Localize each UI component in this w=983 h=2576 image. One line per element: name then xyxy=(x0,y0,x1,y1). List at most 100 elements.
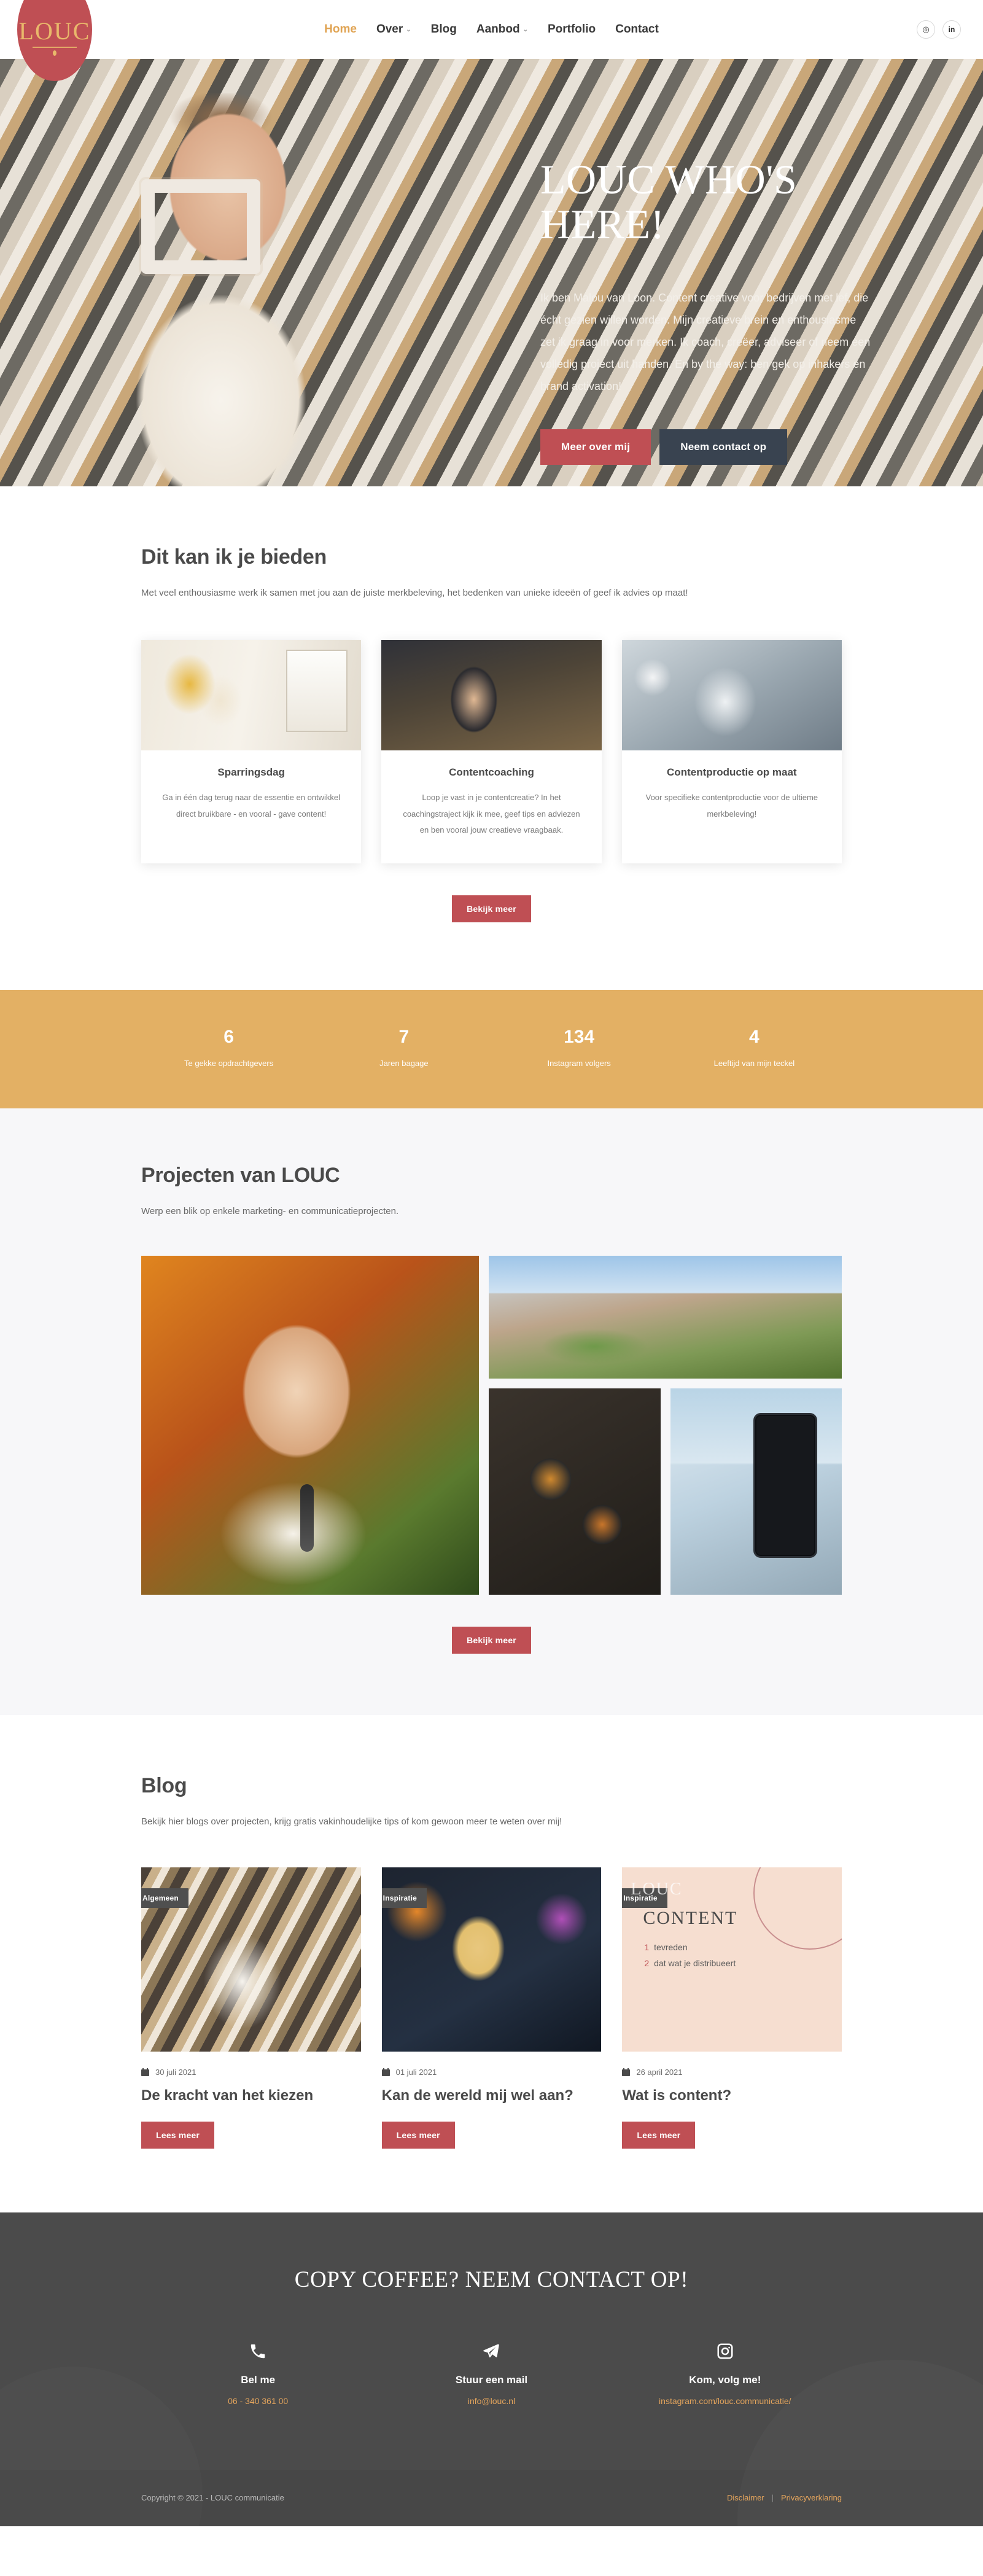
privacy-link[interactable]: Privacyverklaring xyxy=(781,2493,842,2502)
blog-card[interactable]: Algemeen 30 juli 2021 De kracht van het … xyxy=(141,1867,361,2149)
instagram-icon[interactable]: ◎ xyxy=(917,20,935,39)
blog-card-cta-wrap: Lees meer xyxy=(141,2121,361,2149)
blog-section: Blog Bekijk hier blogs over projecten, k… xyxy=(0,1714,983,2212)
hero-paragraph: Ik ben Malou van Loon. Content creative … xyxy=(540,291,871,392)
service-card-body: Contentcoaching Loop je vast in je conte… xyxy=(381,750,601,863)
nav-item-home[interactable]: Home xyxy=(324,23,357,36)
lees-meer-button[interactable]: Lees meer xyxy=(622,2121,696,2149)
service-card-body: Contentproductie op maat Voor specifieke… xyxy=(622,750,842,847)
nav-item-over[interactable]: Over ⌄ xyxy=(376,23,411,36)
nav-item-portfolio[interactable]: Portfolio xyxy=(548,23,596,36)
blog-card-title: Kan de wereld mij wel aan? xyxy=(381,2087,573,2104)
copyright-text: Copyright © 2021 - LOUC communicatie xyxy=(141,2493,284,2503)
services-subtitle: Met veel enthousiasme werk ik samen met … xyxy=(141,588,688,598)
page-root: LOUC Home Over ⌄ Blog Aanbod ⌄ Portfolio xyxy=(0,0,983,2526)
stat-item: 4 Leeftijd van mijn teckel xyxy=(667,1027,842,1068)
thumbnail-line-2-num: 2 xyxy=(644,1958,650,1968)
blog-card-image: Inspiratie xyxy=(381,1867,602,2052)
blog-card-date: 26 april 2021 xyxy=(636,2067,683,2077)
service-card-image xyxy=(621,640,842,750)
service-card[interactable]: Sparringsdag Ga in één dag terug naar de… xyxy=(141,640,362,863)
main-nav: Home Over ⌄ Blog Aanbod ⌄ Portfolio Cont… xyxy=(324,23,659,36)
thumbnail-logo-text: LOUC xyxy=(631,1879,683,1899)
paper-plane-icon xyxy=(375,2341,608,2362)
services-title: Dit kan ik je bieden xyxy=(141,545,327,569)
service-card-title: Contentproductie op maat xyxy=(667,766,797,778)
footer-contact-phone: Bel me 06 - 340 361 00 xyxy=(141,2341,375,2406)
stat-value: 7 xyxy=(398,1026,410,1047)
footer-contact-columns: Bel me 06 - 340 361 00 Stuur een mail in… xyxy=(141,2341,842,2406)
lees-meer-button[interactable]: Lees meer xyxy=(141,2121,215,2149)
footer-link-separator: | xyxy=(771,2493,774,2503)
hero-content: LOUC WHO'S HERE! Ik ben Malou van Loon. … xyxy=(540,157,921,465)
blog-subtitle: Bekijk hier blogs over projecten, krijg … xyxy=(141,1816,562,1827)
calendar-icon xyxy=(141,2068,149,2076)
logo-dot xyxy=(53,50,56,56)
neem-contact-op-button[interactable]: Neem contact op xyxy=(659,429,788,465)
blog-card[interactable]: Inspiratie LOUC CONTENT 1 tevreden 2 dat w… xyxy=(622,1867,842,2149)
status-badge: Inspiratie xyxy=(381,1888,427,1908)
hero-portrait-image xyxy=(49,93,393,486)
blog-card-date: 01 juli 2021 xyxy=(395,2067,437,2077)
logo-rule xyxy=(33,47,77,48)
services-section: Dit kan ik je bieden Met veel enthousias… xyxy=(0,486,983,990)
blog-card[interactable]: Inspiratie 01 juli 2021 Kan de wereld mi… xyxy=(381,1867,602,2149)
projects-subtitle: Werp een blik op enkele marketing- en co… xyxy=(141,1205,399,1216)
linkedin-icon[interactable]: in xyxy=(942,20,961,39)
project-thumbnail-food[interactable] xyxy=(489,1388,661,1595)
service-card-title: Sparringsdag xyxy=(217,766,285,778)
stat-label: Jaren bagage xyxy=(379,1058,429,1068)
stat-value: 134 xyxy=(564,1026,595,1047)
project-thumbnail-phone[interactable] xyxy=(670,1388,842,1595)
stat-item: 134 Instagram volgers xyxy=(492,1027,667,1068)
stat-label: Leeftijd van mijn teckel xyxy=(713,1058,795,1068)
thumbnail-heading: CONTENT xyxy=(643,1907,738,1928)
services-bekijk-meer-button[interactable]: Bekijk meer xyxy=(452,895,531,922)
footer-contact-instagram: Kom, volg me! instagram.com/louc.communi… xyxy=(608,2341,842,2406)
stat-item: 6 Te gekke opdrachtgevers xyxy=(141,1027,316,1068)
service-card-text: Loop je vast in je contentcreatie? In he… xyxy=(403,793,580,835)
stat-item: 7 Jaren bagage xyxy=(316,1027,491,1068)
nav-label: Blog xyxy=(430,23,457,36)
nav-item-contact[interactable]: Contact xyxy=(615,23,659,36)
blog-card-image: Inspiratie LOUC CONTENT 1 tevreden 2 dat w… xyxy=(622,1867,842,2052)
nav-item-blog[interactable]: Blog xyxy=(431,23,457,36)
thumbnail-line-2: 2 dat wat je distribueert xyxy=(644,1958,736,1968)
service-card-image xyxy=(381,640,602,750)
status-badge: Algemeen xyxy=(141,1888,188,1908)
nav-label: Contact xyxy=(615,23,659,36)
blog-card-cta-wrap: Lees meer xyxy=(622,2121,842,2149)
blog-card-title: De kracht van het kiezen xyxy=(141,2087,314,2104)
instagram-icon xyxy=(608,2341,842,2362)
stat-label: Instagram volgers xyxy=(547,1058,611,1068)
lees-meer-button[interactable]: Lees meer xyxy=(381,2121,455,2149)
meer-over-mij-button[interactable]: Meer over mij xyxy=(540,429,651,465)
disclaimer-link[interactable]: Disclaimer xyxy=(727,2493,764,2502)
linkedin-glyph: in xyxy=(948,25,955,34)
stat-value: 6 xyxy=(223,1026,234,1047)
projects-bekijk-meer-button[interactable]: Bekijk meer xyxy=(452,1626,531,1654)
footer-phone-value[interactable]: 06 - 340 361 00 xyxy=(141,2396,375,2406)
footer-contact-label: Stuur een mail xyxy=(455,2373,528,2386)
service-card-image xyxy=(141,640,362,750)
project-thumbnail-buildings[interactable] xyxy=(489,1255,842,1379)
hero-title: LOUC WHO'S HERE! xyxy=(540,156,798,248)
footer-heading: COPY COFFEE? NEEM CONTACT OP! xyxy=(294,2267,689,2292)
footer-instagram-value[interactable]: instagram.com/louc.communicatie/ xyxy=(608,2396,842,2406)
thumbnail-line-1-num: 1 xyxy=(644,1942,650,1952)
hero-section: LOUC WHO'S HERE! Ik ben Malou van Loon. … xyxy=(0,59,983,486)
nav-label: Portfolio xyxy=(547,23,596,36)
nav-item-aanbod[interactable]: Aanbod ⌄ xyxy=(476,23,528,36)
blog-cards: Algemeen 30 juli 2021 De kracht van het … xyxy=(141,1867,842,2149)
service-card[interactable]: Contentcoaching Loop je vast in je conte… xyxy=(381,640,602,863)
chevron-down-icon: ⌄ xyxy=(406,26,411,33)
blog-card-meta: 30 juli 2021 xyxy=(141,2068,361,2077)
footer-email-value[interactable]: info@louc.nl xyxy=(375,2396,608,2406)
services-cta-wrap: Bekijk meer xyxy=(141,895,842,922)
blog-card-title: Wat is content? xyxy=(622,2087,732,2104)
service-card-text: Ga in één dag terug naar de essentie en … xyxy=(162,793,341,819)
instagram-glyph: ◎ xyxy=(922,25,930,34)
stat-value: 4 xyxy=(749,1026,760,1047)
service-card[interactable]: Contentproductie op maat Voor specifieke… xyxy=(621,640,842,863)
project-thumbnail-podcast[interactable] xyxy=(141,1255,479,1595)
